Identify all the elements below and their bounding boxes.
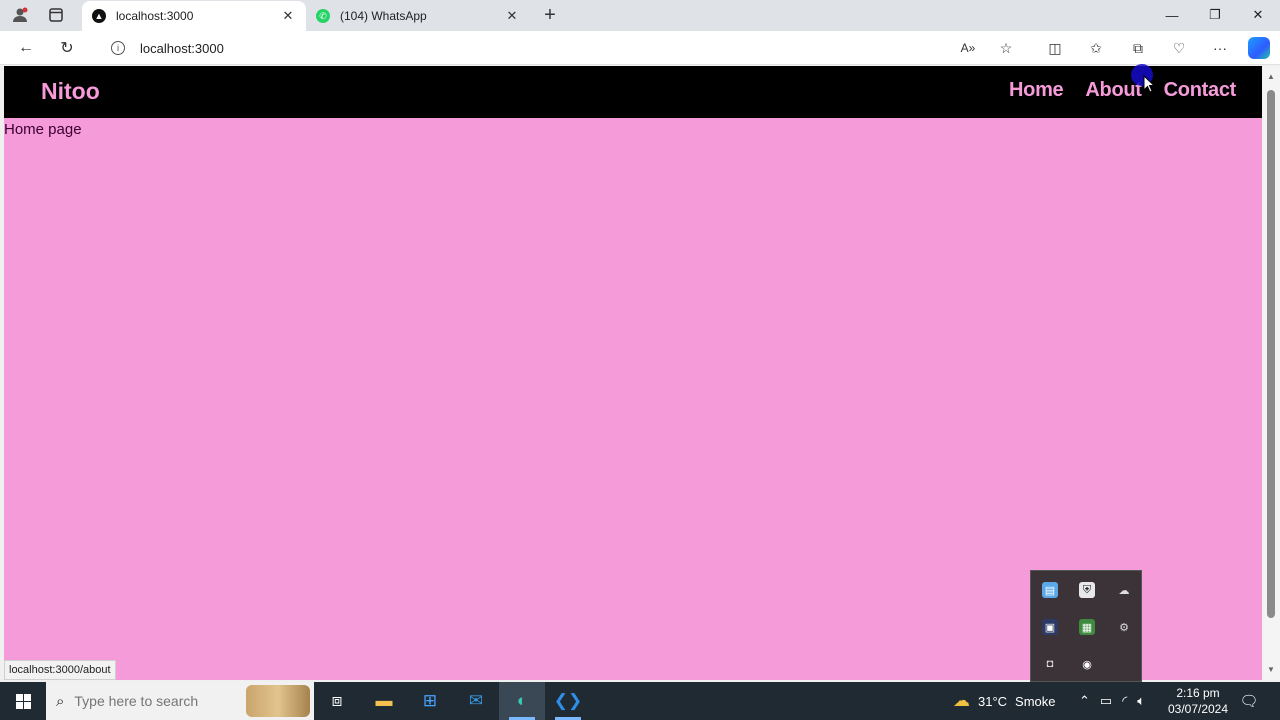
restore-button[interactable]: ❐ xyxy=(1193,0,1237,30)
tab-localhost[interactable]: ▲ localhost:3000 ✕ xyxy=(82,1,306,31)
mouse-cursor-icon xyxy=(1143,75,1155,93)
refresh-icon[interactable]: ↻ xyxy=(56,37,78,59)
monitor-app-icon[interactable]: ▦ xyxy=(1079,619,1095,635)
favorites-icon[interactable]: ✩ xyxy=(1085,37,1107,59)
show-hidden-icons-icon[interactable]: ⌃ xyxy=(1079,693,1090,709)
tray-app-icon[interactable]: ▤ xyxy=(1042,582,1058,598)
site-navbar: Nitoo Home About Contact xyxy=(4,66,1262,118)
start-button[interactable] xyxy=(0,682,46,720)
settings-tray-icon[interactable]: ⚙ xyxy=(1116,619,1132,635)
collections-icon[interactable]: ⧉ xyxy=(1127,37,1149,59)
app-favicon-icon: ▲ xyxy=(92,9,106,23)
taskbar-clock[interactable]: 2:16 pm 03/07/2024 xyxy=(1166,685,1230,717)
read-aloud-icon[interactable]: A» xyxy=(957,37,979,59)
browser-titlebar: ▲ localhost:3000 ✕ ✆ (104) WhatsApp ✕ + … xyxy=(0,0,1280,31)
address-bar: ← ↻ i A» ☆ ◫ ✩ ⧉ ♡ ··· xyxy=(0,31,1280,65)
wifi-icon[interactable]: ◜ xyxy=(1122,693,1127,709)
tab-whatsapp[interactable]: ✆ (104) WhatsApp ✕ xyxy=(306,1,530,31)
vscode-icon[interactable]: ❮❯ xyxy=(545,682,591,720)
search-highlight-image xyxy=(246,685,310,717)
taskbar-search-input[interactable] xyxy=(74,693,225,709)
close-tab-icon[interactable]: ✕ xyxy=(504,8,520,24)
battery-icon[interactable]: ▭ xyxy=(1100,693,1112,709)
nav-link-contact[interactable]: Contact xyxy=(1164,79,1237,102)
mail-icon[interactable]: ✉ xyxy=(453,682,499,720)
weather-temp: 31°C xyxy=(978,693,1008,709)
volume-icon[interactable]: 🔈︎ xyxy=(1137,693,1145,709)
nav-links: Home About Contact xyxy=(1009,79,1236,102)
security-shield-icon[interactable]: ⛨ xyxy=(1079,582,1095,598)
notification-center-icon[interactable]: 🗨︎ xyxy=(1238,690,1260,712)
record-icon[interactable]: ◉ xyxy=(1079,656,1095,672)
split-screen-icon[interactable]: ◫ xyxy=(1044,37,1066,59)
page-scrollbar[interactable]: ▲ ▼ xyxy=(1263,66,1280,680)
display-icon[interactable]: ▣ xyxy=(1042,619,1058,635)
page-body-text: Home page xyxy=(4,121,82,138)
weather-condition: Smoke xyxy=(1015,693,1056,709)
site-brand[interactable]: Nitoo xyxy=(41,78,100,105)
windows-taskbar: ⌕ ⧈ ▬ ⊞ ✉ ◐ ❮❯ ☁ 31°C Smoke ⌃ ▭ ◜ 🔈︎ 2:1… xyxy=(0,682,1280,720)
whatsapp-icon: ✆ xyxy=(316,9,330,23)
edge-icon[interactable]: ◐ xyxy=(499,682,545,720)
status-bar-url: localhost:3000/about xyxy=(4,660,116,680)
scroll-down-icon[interactable]: ▼ xyxy=(1266,665,1276,674)
system-tray: ⌃ ▭ ◜ 🔈︎ xyxy=(1079,682,1145,720)
file-explorer-icon[interactable]: ▬ xyxy=(361,682,407,720)
windows-logo-icon xyxy=(15,693,31,709)
taskbar-search[interactable]: ⌕ xyxy=(46,682,314,720)
weather-widget[interactable]: ☁ 31°C Smoke xyxy=(953,682,1056,720)
weather-smoke-icon: ☁ xyxy=(953,691,970,710)
scroll-up-icon[interactable]: ▲ xyxy=(1266,72,1276,81)
close-window-button[interactable]: ✕ xyxy=(1236,0,1280,30)
clock-time: 2:16 pm xyxy=(1176,686,1220,700)
tab-label: localhost:3000 xyxy=(116,9,194,23)
onedrive-icon[interactable]: ☁ xyxy=(1116,582,1132,598)
new-tab-button[interactable]: + xyxy=(539,4,561,26)
tray-overflow-popup: ▤ ⛨ ☁ ▣ ▦ ⚙ ◘ ◉ xyxy=(1030,570,1142,682)
more-icon[interactable]: ··· xyxy=(1209,37,1231,59)
store-icon[interactable]: ⊞ xyxy=(407,682,453,720)
task-view-icon[interactable]: ⧈ xyxy=(314,682,360,720)
minimize-button[interactable]: — xyxy=(1150,0,1194,30)
tab-actions-icon[interactable] xyxy=(45,4,67,26)
back-arrow-icon[interactable]: ← xyxy=(15,37,37,59)
info-icon[interactable]: i xyxy=(111,41,125,55)
tab-label: (104) WhatsApp xyxy=(340,9,427,23)
close-tab-icon[interactable]: ✕ xyxy=(280,8,296,24)
webcam-icon[interactable]: ◘ xyxy=(1042,656,1058,672)
clock-date: 03/07/2024 xyxy=(1167,702,1229,716)
copilot-icon[interactable] xyxy=(1248,37,1270,59)
search-icon: ⌕ xyxy=(56,692,65,710)
profile-icon[interactable] xyxy=(9,4,31,26)
scrollbar-thumb[interactable] xyxy=(1267,90,1275,618)
star-icon[interactable]: ☆ xyxy=(995,37,1017,59)
url-box[interactable]: i xyxy=(98,35,988,61)
nav-link-home[interactable]: Home xyxy=(1009,79,1064,102)
heart-pulse-icon[interactable]: ♡ xyxy=(1168,37,1190,59)
url-input[interactable] xyxy=(140,40,740,56)
